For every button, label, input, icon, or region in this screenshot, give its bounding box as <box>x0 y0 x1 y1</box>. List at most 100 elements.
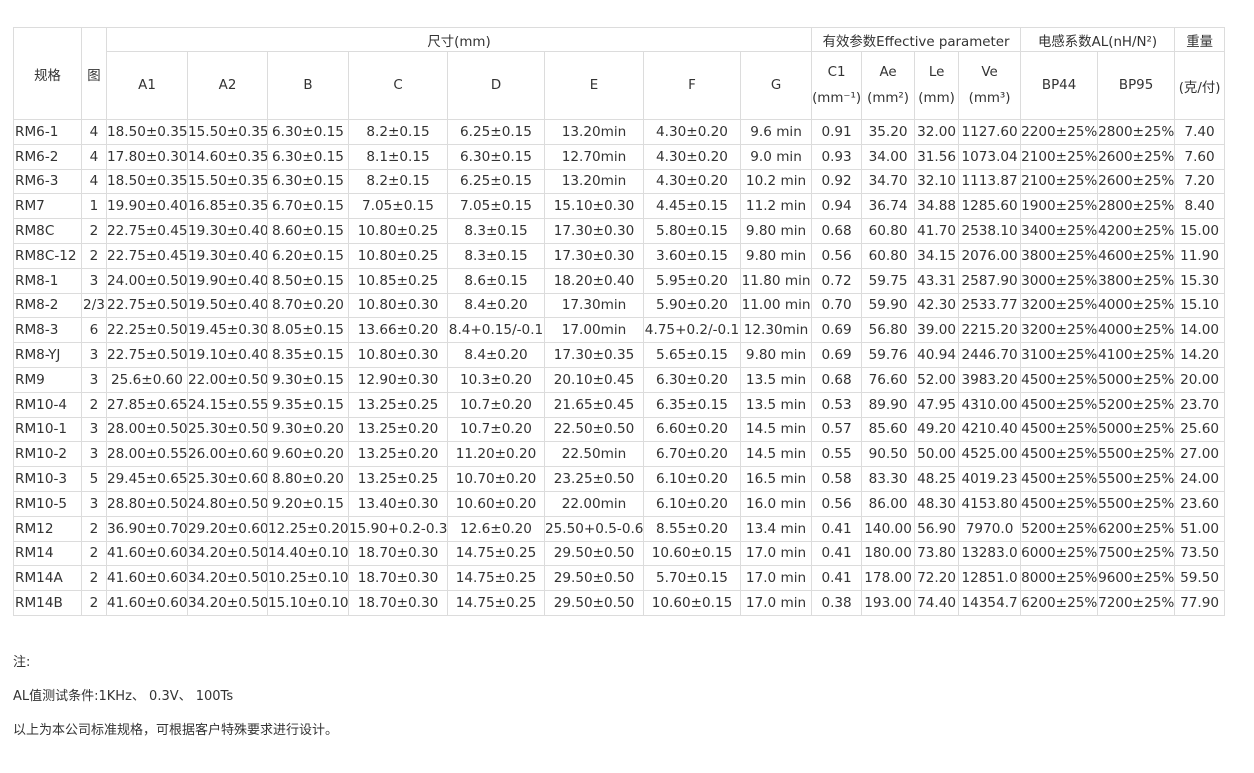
cell-al-bp44: 8000±25% <box>1020 565 1099 592</box>
cell-weight: 25.60 <box>1174 416 1226 443</box>
cell-le: 52.00 <box>914 366 960 393</box>
cell-c: 8.2±0.15 <box>348 119 448 145</box>
cell-b: 6.30±0.15 <box>267 119 349 145</box>
cell-figure: 2 <box>81 590 107 616</box>
cell-al-bp95: 5500±25% <box>1097 441 1176 468</box>
cell-a1: 28.80±0.50 <box>106 490 188 517</box>
header-eff-c1-unit: (mm⁻¹) <box>812 90 862 106</box>
header-size-group: 尺寸(mm) <box>105 27 813 52</box>
header-eff-ve: Ve (mm³) <box>958 51 1022 120</box>
cell-le: 43.31 <box>914 267 960 294</box>
cell-al-bp95: 4200±25% <box>1097 218 1176 244</box>
cell-f: 5.70±0.15 <box>643 565 741 592</box>
cell-ae: 140.00 <box>861 515 916 542</box>
cell-b: 15.10±0.10 <box>267 590 349 616</box>
table-row: RM9 3 25.6±0.60 22.00±0.50 9.30±0.15 12.90±0.… <box>13 366 1226 393</box>
cell-d: 8.4±0.20 <box>447 342 545 368</box>
cell-al-bp95: 6200±25% <box>1097 515 1176 542</box>
cell-c: 10.80±0.25 <box>348 242 448 269</box>
cell-e: 18.20±0.40 <box>544 267 644 294</box>
cell-e: 17.30min <box>544 292 644 319</box>
cell-spec: RM12 <box>13 515 82 542</box>
cell-e: 23.25±0.50 <box>544 466 644 492</box>
cell-le: 32.10 <box>914 168 960 195</box>
header-dim-b: B <box>267 51 349 120</box>
cell-b: 10.25±0.10 <box>267 565 349 592</box>
cell-spec: RM10-2 <box>13 441 82 468</box>
cell-le: 31.56 <box>914 143 960 170</box>
table-row: RM12 2 36.90±0.70 29.20±0.60 12.25±0.20 15.90… <box>13 515 1226 542</box>
cell-c: 10.80±0.30 <box>348 342 448 368</box>
cell-g: 16.0 min <box>739 490 813 517</box>
cell-b: 8.35±0.15 <box>267 342 349 368</box>
cell-le: 49.20 <box>914 416 960 443</box>
table-row: RM6-3 4 18.50±0.35 15.50±0.35 6.30±0.15 8.2±0… <box>13 168 1226 195</box>
cell-ve: 7970.0 <box>958 515 1022 542</box>
cell-a1: 22.25±0.50 <box>106 317 188 344</box>
cell-ve: 2533.77 <box>958 292 1022 319</box>
cell-e: 29.50±0.50 <box>544 590 644 616</box>
cell-c1: 0.92 <box>811 168 863 195</box>
cell-al-bp95: 9600±25% <box>1097 565 1176 592</box>
cell-d: 7.05±0.15 <box>447 193 545 220</box>
cell-spec: RM9 <box>13 366 82 393</box>
cell-a1: 36.90±0.70 <box>106 515 188 542</box>
table-row: RM8-3 6 22.25±0.50 19.45±0.30 8.05±0.15 13.66… <box>13 317 1226 344</box>
cell-figure: 2 <box>81 515 107 542</box>
cell-c1: 0.91 <box>811 119 863 145</box>
cell-g: 17.0 min <box>739 590 813 616</box>
cell-e: 22.50±0.50 <box>544 416 644 443</box>
cell-al-bp44: 4500±25% <box>1020 416 1099 443</box>
cell-c1: 0.68 <box>811 366 863 393</box>
cell-f: 6.10±0.20 <box>643 466 741 492</box>
cell-ve: 1113.87 <box>958 168 1022 195</box>
cell-figure: 3 <box>81 416 107 443</box>
cell-al-bp44: 2100±25% <box>1020 168 1099 195</box>
cell-spec: RM14A <box>13 565 82 592</box>
cell-b: 12.25±0.20 <box>267 515 349 542</box>
cell-b: 8.05±0.15 <box>267 317 349 344</box>
cell-a2: 25.30±0.50 <box>187 416 268 443</box>
cell-c: 10.85±0.25 <box>348 267 448 294</box>
cell-d: 6.25±0.15 <box>447 119 545 145</box>
cell-c: 13.25±0.20 <box>348 416 448 443</box>
header-eff-ae: Ae (mm²) <box>861 51 916 120</box>
cell-a1: 41.60±0.60 <box>106 590 188 616</box>
cell-le: 47.95 <box>914 391 960 418</box>
cell-le: 72.20 <box>914 565 960 592</box>
cell-weight: 23.70 <box>1174 391 1226 418</box>
cell-b: 8.50±0.15 <box>267 267 349 294</box>
cell-al-bp44: 5200±25% <box>1020 515 1099 542</box>
cell-c1: 0.94 <box>811 193 863 220</box>
cell-al-bp44: 6200±25% <box>1020 590 1099 616</box>
cell-e: 22.50min <box>544 441 644 468</box>
table-row: RM8-1 3 24.00±0.50 19.90±0.40 8.50±0.15 10.85… <box>13 267 1226 294</box>
cell-ae: 59.90 <box>861 292 916 319</box>
cell-ae: 85.60 <box>861 416 916 443</box>
cell-al-bp95: 5500±25% <box>1097 466 1176 492</box>
cell-al-bp44: 3000±25% <box>1020 267 1099 294</box>
cell-le: 32.00 <box>914 119 960 145</box>
cell-figure: 1 <box>81 193 107 220</box>
cell-d: 6.25±0.15 <box>447 168 545 195</box>
cell-al-bp44: 6000±25% <box>1020 540 1099 567</box>
cell-al-bp44: 1900±25% <box>1020 193 1099 220</box>
cell-c: 15.90+0.2-0.3 <box>348 515 448 542</box>
cell-weight: 24.00 <box>1174 466 1226 492</box>
cell-f: 4.45±0.15 <box>643 193 741 220</box>
cell-spec: RM10-3 <box>13 466 82 492</box>
cell-ve: 1073.04 <box>958 143 1022 170</box>
cell-b: 9.30±0.20 <box>267 416 349 443</box>
table-row: RM8C 2 22.75±0.45 19.30±0.40 8.60±0.15 10.80±… <box>13 218 1226 244</box>
cell-e: 17.30±0.35 <box>544 342 644 368</box>
header-figure: 图 <box>81 27 107 120</box>
cell-c1: 0.93 <box>811 143 863 170</box>
cell-a2: 19.90±0.40 <box>187 267 268 294</box>
cell-a1: 17.80±0.30 <box>106 143 188 170</box>
cell-a1: 41.60±0.60 <box>106 565 188 592</box>
header-weight-group: 重量 <box>1174 27 1226 52</box>
cell-b: 14.40±0.10 <box>267 540 349 567</box>
cell-c1: 0.56 <box>811 490 863 517</box>
cell-le: 56.90 <box>914 515 960 542</box>
cell-spec: RM6-3 <box>13 168 82 195</box>
